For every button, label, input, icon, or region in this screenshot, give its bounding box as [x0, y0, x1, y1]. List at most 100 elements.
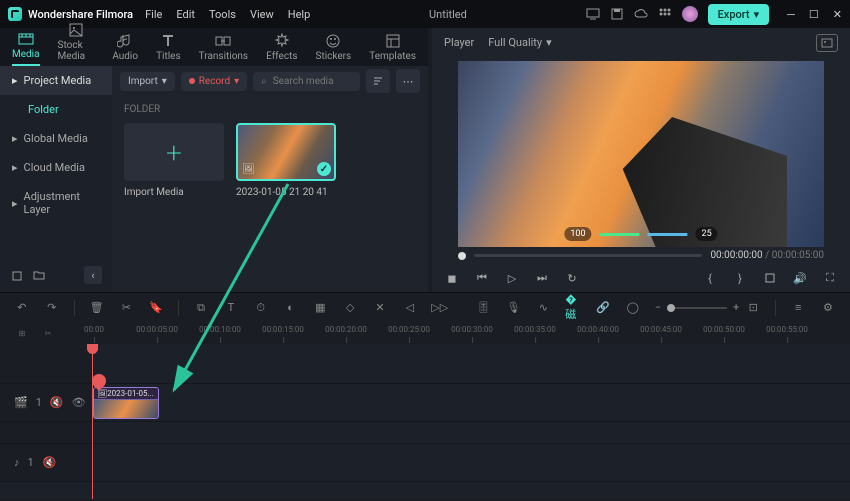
audio-mute-button[interactable]: 🔇 [42, 455, 58, 471]
next-frame-button[interactable]: ⏭ [532, 268, 552, 288]
app-logo: Wondershare Filmora [8, 7, 133, 21]
menu-help[interactable]: Help [288, 8, 311, 21]
scrub-handle[interactable] [458, 252, 466, 260]
sort-button[interactable] [366, 69, 390, 93]
audio-stretch-button[interactable]: ∿ [535, 300, 551, 316]
audio-track: ♪1 🔇 [0, 444, 850, 482]
color-button[interactable]: ◐ [283, 300, 299, 316]
save-icon[interactable] [610, 7, 624, 21]
app-name: Wondershare Filmora [28, 8, 133, 21]
mixer-button[interactable]: 🎚 [476, 300, 492, 316]
menu-file[interactable]: File [145, 8, 162, 21]
video-track-body[interactable]: 🖼2023-01-05... [92, 384, 850, 421]
playhead[interactable] [92, 344, 93, 499]
menu-tools[interactable]: Tools [209, 8, 236, 21]
mark-out-button[interactable]: } [730, 268, 750, 288]
keyframe-button[interactable]: ◇ [342, 300, 358, 316]
text-tool-button[interactable]: T [223, 300, 239, 316]
sidebar-item-project-media[interactable]: ▸Project Media [0, 66, 112, 95]
snapshot-button[interactable] [816, 34, 838, 52]
media-panel: Media Stock Media Audio Titles Transitio… [0, 28, 428, 292]
redo-button[interactable]: ↷ [44, 300, 60, 316]
collapse-sidebar-button[interactable]: ‹ [84, 266, 102, 284]
maximize-button[interactable]: ☐ [809, 8, 819, 21]
tab-effects[interactable]: Effects [266, 33, 297, 66]
track-add-button[interactable]: ⊞ [14, 325, 30, 341]
list-view-button[interactable]: ≡ [790, 300, 806, 316]
speed-button[interactable]: ⏱ [253, 300, 269, 316]
chevron-down-icon: ▾ [754, 8, 760, 21]
tab-audio[interactable]: Audio [112, 33, 138, 66]
zoom-control[interactable]: − + ⊡ [655, 300, 762, 316]
chevron-down-icon: ▾ [546, 36, 552, 49]
minimize-button[interactable]: ─ [787, 8, 795, 21]
media-clip-tile[interactable]: 🖼 2023-01-05 21 20 41 [236, 123, 336, 198]
video-preview[interactable]: 100 25 [458, 61, 824, 247]
menu-view[interactable]: View [250, 8, 274, 21]
sidebar-item-cloud-media[interactable]: ▸Cloud Media [0, 153, 112, 182]
marker-button[interactable]: 🔖 [148, 300, 164, 316]
video-track: 🎬1 🔇 👁 🖼2023-01-05... [0, 384, 850, 422]
record-dropdown[interactable]: Record▾ [181, 72, 247, 91]
track-mute-button[interactable]: 🔇 [50, 395, 64, 411]
tab-templates[interactable]: Templates [369, 33, 416, 66]
folder-icon[interactable] [32, 268, 46, 282]
tab-transitions[interactable]: Transitions [199, 33, 248, 66]
import-media-tile[interactable]: + Import Media [124, 123, 224, 198]
export-button[interactable]: Export▾ [708, 4, 770, 25]
cloud-icon[interactable] [634, 7, 648, 21]
link-button[interactable]: 🔗 [595, 300, 611, 316]
notify-icon[interactable] [658, 7, 672, 21]
more-button[interactable]: ⋯ [396, 69, 420, 93]
crop-button[interactable] [760, 268, 780, 288]
scrub-bar[interactable]: 00:00:00:00 / 00:00:05:00 [432, 247, 850, 265]
greenscreen-button[interactable]: ▦ [312, 300, 328, 316]
quality-dropdown[interactable]: Full Quality▾ [488, 36, 551, 49]
image-icon: 🖼 [242, 164, 255, 175]
split-button[interactable]: ✂ [118, 300, 134, 316]
zoom-out-button[interactable]: − [655, 301, 661, 314]
audio-track-body[interactable] [92, 444, 850, 481]
detach-audio-button[interactable]: ✕ [372, 300, 388, 316]
chevron-down-icon: ▾ [234, 76, 239, 87]
device-icon[interactable] [586, 7, 600, 21]
prev-frame-button[interactable]: ⏮ [472, 268, 492, 288]
fullscreen-button[interactable]: ⛶ [820, 268, 840, 288]
back-tool-button[interactable]: ◁ [402, 300, 418, 316]
tab-titles[interactable]: Titles [156, 33, 181, 66]
tab-media[interactable]: Media [12, 31, 40, 66]
search-input[interactable]: ⌕Search media [253, 72, 360, 91]
zoom-in-button[interactable]: + [733, 301, 739, 314]
close-button[interactable]: ✕ [833, 8, 842, 21]
folder-heading: FOLDER [112, 96, 428, 123]
snap-button[interactable]: �磁 [565, 300, 581, 316]
sidebar-item-folder[interactable]: Folder [0, 95, 112, 124]
tab-stickers[interactable]: Stickers [316, 33, 352, 66]
volume-button[interactable]: 🔊 [790, 268, 810, 288]
voiceover-button[interactable]: 🎙 [506, 300, 522, 316]
loop-button[interactable]: ↻ [562, 268, 582, 288]
delete-button[interactable]: 🗑 [89, 300, 105, 316]
undo-button[interactable]: ↶ [14, 300, 30, 316]
menu-edit[interactable]: Edit [176, 8, 195, 21]
bin-icon[interactable] [10, 268, 24, 282]
crop-tool-button[interactable]: ⧉ [193, 300, 209, 316]
zoom-fit-button[interactable]: ⊡ [745, 300, 761, 316]
user-avatar[interactable] [682, 6, 698, 22]
tab-stock-media[interactable]: Stock Media [58, 22, 95, 66]
track-clip-button[interactable]: ✂ [40, 325, 56, 341]
settings-button[interactable]: ⚙ [820, 300, 836, 316]
track-hide-button[interactable]: 👁 [72, 395, 86, 411]
timeline-ruler[interactable]: ⊞ ✂ 00:00 00:00:05:00 00:00:10:00 00:00:… [0, 322, 850, 344]
sidebar-item-global-media[interactable]: ▸Global Media [0, 124, 112, 153]
mark-in-button[interactable]: { [700, 268, 720, 288]
plus-icon: + [166, 136, 182, 169]
import-dropdown[interactable]: Import▾ [120, 72, 175, 91]
stop-button[interactable]: ◼ [442, 268, 462, 288]
logo-icon [8, 7, 22, 21]
play-button[interactable]: ▷ [502, 268, 522, 288]
sidebar-item-adjustment-layer[interactable]: ▸Adjustment Layer [0, 182, 112, 224]
marker2-button[interactable]: ◯ [625, 300, 641, 316]
forward-tool-button[interactable]: ▷▷ [432, 300, 448, 316]
timeline-clip[interactable]: 🖼2023-01-05... [93, 387, 159, 419]
